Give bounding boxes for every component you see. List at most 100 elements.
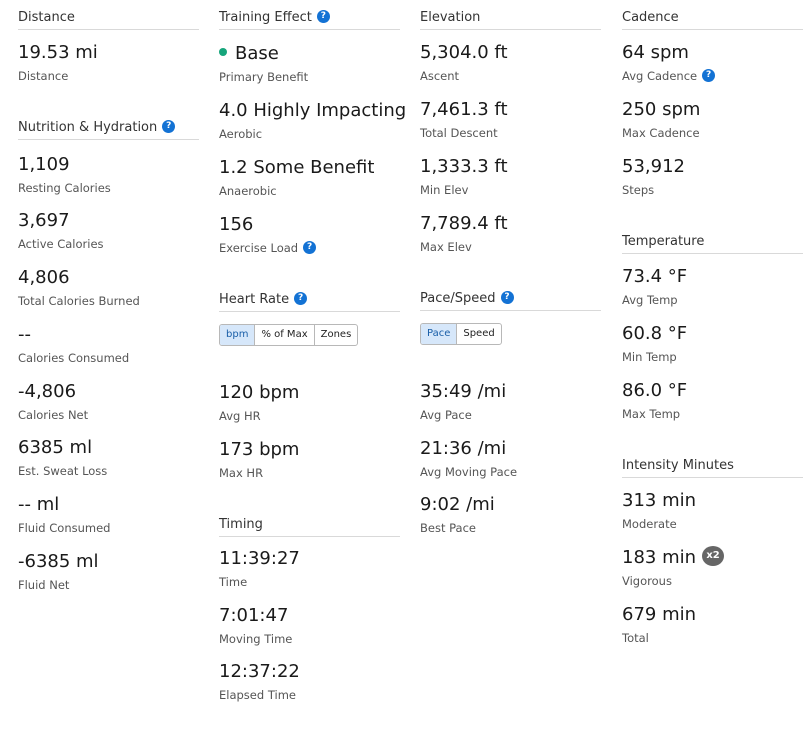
stat-value: 313 min: [622, 490, 697, 511]
stat-value: -6385 ml: [18, 551, 99, 572]
training-effect-section: Training Effect? Base Primary Benefit 4.…: [219, 0, 406, 255]
distance-title: Distance: [18, 10, 75, 25]
stat-label: Avg Moving Pace: [420, 465, 518, 479]
stat-value: 19.53 mi: [18, 42, 98, 63]
heart-rate-title: Heart Rate?: [219, 292, 308, 307]
elevation-header: Elevation: [420, 0, 601, 30]
help-icon[interactable]: ?: [702, 69, 716, 82]
stat-label: Moving Time: [219, 632, 293, 646]
stat-value: 7,789.4 ft: [420, 213, 508, 234]
pace-section: Pace/Speed? Pace Speed 35:49 /mi Avg Pac…: [420, 281, 601, 535]
stat-label: Distance: [18, 69, 69, 83]
stat-value: 1,333.3 ft: [420, 156, 508, 177]
stat-value: 3,697: [18, 210, 70, 231]
stat-label: Total: [622, 631, 649, 645]
stat-value: 250 spm: [622, 99, 701, 120]
pace-header: Pace/Speed?: [420, 281, 601, 311]
stat-label: Est. Sweat Loss: [18, 464, 108, 478]
stat-value: 1.2 Some Benefit: [219, 157, 375, 178]
stat-value: 173 bpm: [219, 439, 300, 460]
timing-title: Timing: [219, 517, 263, 532]
cadence-section: Cadence 64 spm Avg Cadence? 250 spm Max …: [622, 0, 803, 197]
stat-label: Max Elev: [420, 240, 472, 254]
distance-header: Distance: [18, 0, 199, 30]
stat-label: Primary Benefit: [219, 70, 309, 84]
nutrition-title: Nutrition & Hydration?: [18, 120, 176, 135]
stat-label: Total Descent: [420, 126, 498, 140]
toggle-bpm[interactable]: bpm: [220, 325, 255, 345]
stat-label: Min Elev: [420, 183, 469, 197]
stat-label: Avg Temp: [622, 293, 678, 307]
stat-value: 5,304.0 ft: [420, 42, 508, 63]
timing-section: Timing 11:39:27 Time 7:01:47 Moving Time…: [219, 507, 400, 702]
stat-value: 1,109: [18, 154, 70, 175]
stat-label: Anaerobic: [219, 184, 277, 198]
stat-value: 7,461.3 ft: [420, 99, 508, 120]
nutrition-header: Nutrition & Hydration?: [18, 110, 199, 140]
stat-label: Exercise Load?: [219, 241, 317, 255]
exercise-load-label: Exercise Load: [219, 241, 299, 255]
stat-value: 4.0 Highly Impacting: [219, 100, 407, 121]
heart-rate-section: Heart Rate? bpm % of Max Zones 120 bpm A…: [219, 282, 400, 480]
stat-value: 7:01:47: [219, 605, 289, 626]
pace-title: Pace/Speed?: [420, 291, 514, 306]
temperature-header: Temperature: [622, 224, 803, 254]
stat-value: --: [18, 324, 31, 345]
primary-benefit-value: Base: [235, 43, 279, 64]
stat-value: 73.4 °F: [622, 266, 688, 287]
stat-value: -- ml: [18, 494, 60, 515]
nutrition-section: Nutrition & Hydration? 1,109 Resting Cal…: [18, 110, 199, 592]
stat-value: 4,806: [18, 267, 70, 288]
stat-value: 12:37:22: [219, 661, 300, 682]
toggle-zones[interactable]: Zones: [313, 325, 358, 345]
stat-label: Ascent: [420, 69, 460, 83]
stat-value: -4,806: [18, 381, 77, 402]
elevation-title: Elevation: [420, 10, 481, 25]
training-effect-title-text: Training Effect: [219, 10, 312, 25]
help-icon[interactable]: ?: [294, 292, 308, 305]
stat-label: Best Pace: [420, 521, 476, 535]
stat-label: Vigorous: [622, 574, 672, 588]
help-icon[interactable]: ?: [162, 120, 176, 133]
stat-value: 120 bpm: [219, 382, 300, 403]
stat-label: Avg Pace: [420, 408, 472, 422]
stat-value: 11:39:27: [219, 548, 300, 569]
cadence-title: Cadence: [622, 10, 679, 25]
help-icon[interactable]: ?: [303, 241, 317, 254]
stat-label: Time: [219, 575, 248, 589]
multiplier-badge: x2: [702, 546, 725, 566]
stat-label: Aerobic: [219, 127, 263, 141]
toggle-speed[interactable]: Speed: [456, 324, 500, 344]
help-icon[interactable]: ?: [316, 10, 330, 23]
stat-value: 6385 ml: [18, 437, 93, 458]
stat-value: 21:36 /mi: [420, 438, 507, 459]
help-icon[interactable]: ?: [500, 291, 514, 304]
stat-label: Fluid Consumed: [18, 521, 111, 535]
stat-label: Min Temp: [622, 350, 677, 364]
intensity-section: Intensity Minutes 313 min Moderate 183 m…: [622, 448, 803, 645]
stat-value: 679 min: [622, 604, 697, 625]
stat-label: Elapsed Time: [219, 688, 296, 702]
pace-toggle: Pace Speed: [420, 323, 502, 345]
stat-value: 86.0 °F: [622, 380, 688, 401]
temperature-section: Temperature 73.4 °F Avg Temp 60.8 °F Min…: [622, 224, 803, 421]
pace-title-text: Pace/Speed: [420, 291, 496, 306]
heart-rate-toggle: bpm % of Max Zones: [219, 324, 359, 346]
stat-label: Max Cadence: [622, 126, 700, 140]
vigorous-value: 183 min: [622, 547, 697, 568]
stat-label: Calories Net: [18, 408, 89, 422]
stat-label: Active Calories: [18, 237, 104, 251]
timing-header: Timing: [219, 507, 400, 537]
distance-section: Distance 19.53 mi Distance: [18, 0, 199, 83]
heart-rate-title-text: Heart Rate: [219, 292, 290, 307]
temperature-title: Temperature: [622, 234, 705, 249]
stat-value: 64 spm: [622, 42, 689, 63]
stat-label: Resting Calories: [18, 181, 111, 195]
stat-label: Steps: [622, 183, 655, 197]
stat-value: 60.8 °F: [622, 323, 688, 344]
stat-label: Max Temp: [622, 407, 681, 421]
stat-value: 183 min x2: [622, 546, 725, 569]
toggle-pace[interactable]: Pace: [421, 324, 457, 344]
cadence-header: Cadence: [622, 0, 803, 30]
toggle-percent-max[interactable]: % of Max: [254, 325, 313, 345]
